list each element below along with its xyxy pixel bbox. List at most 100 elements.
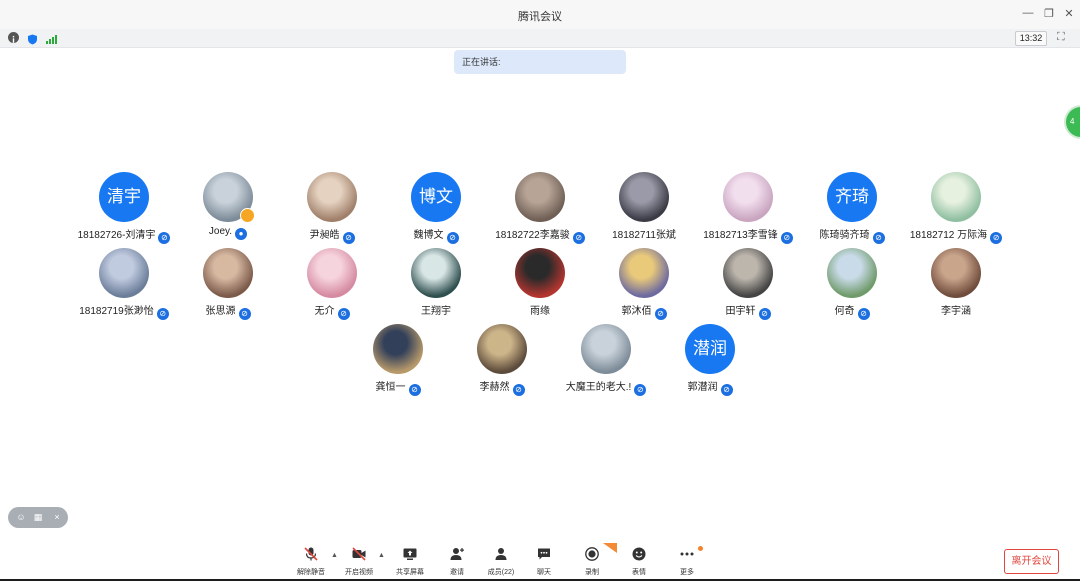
avatar-photo — [307, 172, 357, 222]
close-button[interactable]: ✕ — [1062, 7, 1076, 20]
close-icon[interactable]: × — [51, 511, 63, 523]
participant-name: 龚恒一 — [375, 382, 406, 393]
participant-name: 张思源 — [205, 306, 236, 317]
leave-meeting-button[interactable]: 离开会议 — [1004, 549, 1059, 574]
mic-muted-icon — [304, 547, 318, 561]
speaking-indicator: 正在讲话: — [454, 50, 626, 74]
mic-muted-icon: ⊘ — [446, 232, 459, 244]
avatar-photo — [723, 248, 773, 298]
participant-name: 大魔王的老大.! — [565, 382, 632, 393]
members-label: 成员(22) — [487, 569, 515, 576]
info-icon[interactable] — [8, 32, 19, 43]
participant-name: 18182722李嘉骏 — [495, 230, 570, 241]
camera-off-icon — [352, 547, 366, 561]
chat-button[interactable]: 聊天 — [526, 545, 562, 579]
participant-name: 18182719张渺怡 — [79, 306, 154, 317]
avatar-photo — [515, 248, 565, 298]
minimize-button[interactable]: — — [1021, 7, 1035, 19]
mic-muted-icon: ⊘ — [512, 384, 525, 396]
participant-name: 雨缘 — [530, 306, 550, 317]
participant-name: 何奇 — [834, 306, 855, 317]
emoji-button[interactable]: 表情 — [621, 545, 657, 579]
title-bar: 腾讯会议 — ❐ ✕ — [0, 0, 1080, 29]
start-video-label: 开启视频 — [345, 569, 373, 576]
meeting-toolbar: 解除静音 ▲ 开启视频 ▲ 共享屏幕 邀请 成员(22) 聊天 录制 表情 更多 — [0, 541, 1080, 581]
avatar-photo — [619, 172, 669, 222]
invite-button[interactable]: 邀请 — [439, 545, 475, 579]
meeting-clock: 13:32 — [1015, 31, 1047, 46]
participant-name: 18182713李雪锋 — [703, 230, 778, 241]
chat-icon — [538, 548, 550, 560]
record-icon — [585, 547, 599, 561]
participant-name: 18182712 万际海 — [909, 230, 988, 241]
avatar-photo — [723, 172, 773, 222]
avatar-photo — [99, 248, 149, 298]
participant-name: 尹昶皓 — [309, 230, 340, 241]
members-button[interactable]: 成员(22) — [483, 545, 519, 579]
audio-options-caret-icon[interactable]: ▲ — [331, 552, 338, 559]
avatar: 博文 — [411, 172, 461, 222]
mic-muted-icon: ⊘ — [408, 384, 421, 396]
mic-muted-icon: ⊘ — [857, 308, 870, 320]
avatar-photo — [931, 172, 981, 222]
emoji-label: 表情 — [632, 569, 646, 576]
participant-tile[interactable]: 李宇涵 — [891, 248, 1021, 318]
mic-muted-icon: ⊘ — [337, 308, 350, 320]
invite-icon — [450, 548, 464, 560]
grid-view-icon[interactable]: ▦ — [32, 511, 44, 523]
fullscreen-icon[interactable]: ⛶ — [1057, 31, 1069, 43]
avatar-photo — [827, 248, 877, 298]
meeting-info-bar: 13:32 ⛶ — [0, 29, 1080, 48]
members-icon — [495, 548, 507, 560]
floating-view-control[interactable]: ☺ ▦ × — [8, 507, 68, 528]
share-screen-button[interactable]: 共享屏幕 — [392, 545, 428, 579]
more-icon — [680, 552, 694, 556]
invite-label: 邀请 — [450, 569, 464, 576]
participant-name: 田宇轩 — [725, 306, 756, 317]
emoji-icon — [632, 547, 646, 561]
avatar-photo — [931, 248, 981, 298]
participant-name: 陈琦骑齐琦 — [819, 230, 870, 241]
avatar-photo — [203, 248, 253, 298]
signal-icon[interactable] — [46, 32, 57, 44]
record-button[interactable]: 录制 — [574, 545, 610, 579]
unmute-button[interactable]: 解除静音 — [293, 545, 329, 579]
participant-name: 无介 — [314, 306, 335, 317]
participant-name: 18182711张斌 — [612, 230, 676, 241]
participant-name: 王翔宇 — [421, 306, 451, 317]
avatar-photo — [515, 172, 565, 222]
avatar: 齐琦 — [827, 172, 877, 222]
avatar-photo — [307, 248, 357, 298]
participant-name: 18182726-刘清宇 — [77, 230, 156, 241]
participant-name-row: 郭潜润 ⊘ — [645, 378, 775, 396]
mic-muted-icon: ⊘ — [990, 232, 1003, 244]
start-video-button[interactable]: 开启视频 — [341, 545, 377, 579]
mic-muted-icon: ⊘ — [342, 232, 355, 244]
participant-tile[interactable]: 18182712 万际海 ⊘ — [891, 172, 1021, 244]
share-screen-icon — [403, 548, 417, 560]
share-screen-label: 共享屏幕 — [396, 569, 424, 576]
mic-muted-icon: ⊘ — [758, 308, 771, 320]
avatar-photo — [411, 248, 461, 298]
participant-name: 郭潜润 — [687, 382, 718, 393]
avatar-photo — [373, 324, 423, 374]
unmute-label: 解除静音 — [297, 569, 325, 576]
mic-muted-icon: ⊘ — [872, 232, 885, 244]
participant-name: 李宇涵 — [941, 306, 971, 317]
host-badge-icon — [240, 208, 255, 223]
restore-button[interactable]: ❐ — [1042, 7, 1056, 20]
participant-name-row: 李宇涵 — [891, 302, 1021, 317]
video-options-caret-icon[interactable]: ▲ — [378, 552, 385, 559]
mic-muted-icon: ⊘ — [238, 308, 251, 320]
mic-muted-icon: ⊘ — [720, 384, 733, 396]
avatar: 清宇 — [99, 172, 149, 222]
chat-label: 聊天 — [537, 569, 551, 576]
record-label: 录制 — [585, 569, 599, 576]
side-panel-tab[interactable]: 4 — [1066, 107, 1080, 137]
shield-icon[interactable] — [27, 32, 38, 45]
participant-name: 李赫然 — [479, 382, 510, 393]
gallery-view-icon[interactable]: ☺ — [15, 511, 27, 523]
participant-name-row: 18182712 万际海 ⊘ — [891, 226, 1021, 244]
participant-tile[interactable]: 潜润 郭潜润 ⊘ — [645, 324, 775, 396]
window-title: 腾讯会议 — [518, 11, 562, 23]
